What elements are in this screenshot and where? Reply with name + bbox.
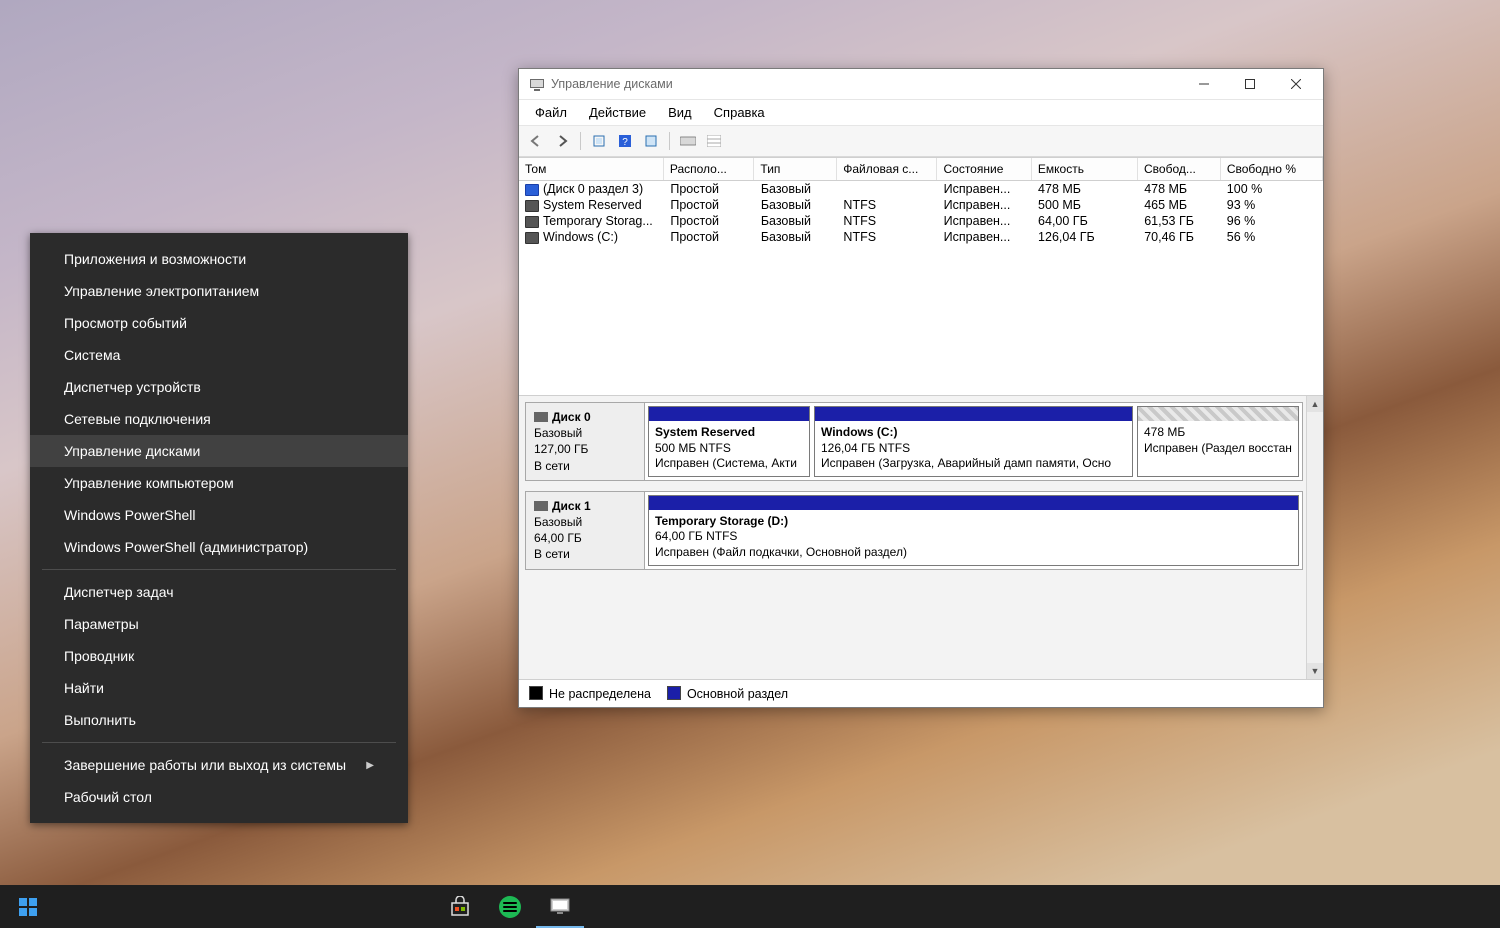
- disk-icon[interactable]: [677, 131, 699, 151]
- list-item[interactable]: Windows (C:) ПростойБазовый NTFSИсправен…: [519, 229, 1323, 245]
- chevron-right-icon: ▶: [366, 760, 374, 771]
- col-pct[interactable]: Свободно %: [1221, 158, 1323, 180]
- separator: [42, 742, 396, 743]
- menu-action[interactable]: Действие: [579, 102, 656, 123]
- taskbar-store-icon[interactable]: [436, 887, 484, 927]
- col-fs[interactable]: Файловая с...: [837, 158, 937, 180]
- partition-temporary-d[interactable]: Temporary Storage (D:) 64,00 ГБ NTFS Исп…: [648, 495, 1299, 566]
- list-item[interactable]: Temporary Storag... ПростойБазовый NTFSИ…: [519, 213, 1323, 229]
- list-item[interactable]: (Диск 0 раздел 3) ПростойБазовый Исправе…: [519, 181, 1323, 197]
- list-item[interactable]: System Reserved ПростойБазовый NTFSИспра…: [519, 197, 1323, 213]
- scroll-down-icon[interactable]: ▼: [1307, 663, 1323, 679]
- volume-icon: [525, 200, 539, 212]
- properties-icon[interactable]: [640, 131, 662, 151]
- partition-recovery[interactable]: 478 МБ Исправен (Раздел восстан: [1137, 406, 1299, 477]
- separator: [42, 569, 396, 570]
- menu-view[interactable]: Вид: [658, 102, 702, 123]
- scrollbar[interactable]: ▲ ▼: [1306, 396, 1323, 679]
- winx-item-search[interactable]: Найти: [30, 672, 408, 704]
- winx-item-netconn[interactable]: Сетевые подключения: [30, 403, 408, 435]
- disk0-label: Диск 0 Базовый 127,00 ГБ В сети: [526, 403, 645, 480]
- legend-primary-icon: [667, 686, 681, 700]
- winx-item-desktop[interactable]: Рабочий стол: [30, 781, 408, 813]
- winx-item-eventvwr[interactable]: Просмотр событий: [30, 307, 408, 339]
- col-volume[interactable]: Том: [519, 158, 664, 180]
- taskbar-spotify-icon[interactable]: [486, 887, 534, 927]
- svg-text:?: ?: [622, 137, 628, 148]
- winx-item-compmgmt[interactable]: Управление компьютером: [30, 467, 408, 499]
- list-body: (Диск 0 раздел 3) ПростойБазовый Исправе…: [519, 181, 1323, 245]
- volume-icon: [525, 216, 539, 228]
- maximize-button[interactable]: [1227, 69, 1273, 99]
- winx-item-power[interactable]: Управление электропитанием: [30, 275, 408, 307]
- col-free[interactable]: Свобод...: [1138, 158, 1221, 180]
- winx-item-powershell-admin[interactable]: Windows PowerShell (администратор): [30, 531, 408, 563]
- partition-windows-c[interactable]: Windows (C:) 126,04 ГБ NTFS Исправен (За…: [814, 406, 1133, 477]
- column-headers[interactable]: Том Располо... Тип Файловая с... Состоян…: [519, 157, 1323, 181]
- winx-item-run[interactable]: Выполнить: [30, 704, 408, 736]
- disk1-label: Диск 1 Базовый 64,00 ГБ В сети: [526, 492, 645, 569]
- back-icon[interactable]: [525, 131, 547, 151]
- winx-item-system[interactable]: Система: [30, 339, 408, 371]
- legend-unallocated-icon: [529, 686, 543, 700]
- menu-file[interactable]: Файл: [525, 102, 577, 123]
- disk-management-window[interactable]: Управление дисками Файл Действие Вид Спр…: [518, 68, 1324, 708]
- winx-item-powershell[interactable]: Windows PowerShell: [30, 499, 408, 531]
- taskbar-diskmgmt-icon[interactable]: [536, 886, 584, 928]
- diskmgmt-icon: [529, 76, 545, 92]
- winx-item-diskmgmt[interactable]: Управление дисками: [30, 435, 408, 467]
- close-button[interactable]: [1273, 69, 1319, 99]
- disk1-block[interactable]: Диск 1 Базовый 64,00 ГБ В сети Temporary…: [525, 491, 1303, 570]
- scroll-up-icon[interactable]: ▲: [1307, 396, 1323, 412]
- winx-item-explorer[interactable]: Проводник: [30, 640, 408, 672]
- col-cap[interactable]: Емкость: [1032, 158, 1138, 180]
- minimize-button[interactable]: [1181, 69, 1227, 99]
- col-type[interactable]: Тип: [754, 158, 837, 180]
- menu-help[interactable]: Справка: [704, 102, 775, 123]
- start-button[interactable]: [4, 887, 52, 927]
- winx-item-devmgr[interactable]: Диспетчер устройств: [30, 371, 408, 403]
- partition-system-reserved[interactable]: System Reserved 500 МБ NTFS Исправен (Си…: [648, 406, 810, 477]
- volume-list[interactable]: Том Располо... Тип Файловая с... Состоян…: [519, 157, 1323, 395]
- winx-item-shutdown[interactable]: Завершение работы или выход из системы ▶: [30, 749, 408, 781]
- harddisk-icon: [534, 412, 548, 422]
- help-icon[interactable]: ?: [614, 131, 636, 151]
- col-layout[interactable]: Располо...: [664, 158, 755, 180]
- harddisk-icon: [534, 501, 548, 511]
- legend-primary-label: Основной раздел: [687, 687, 788, 701]
- refresh-icon[interactable]: [588, 131, 610, 151]
- titlebar[interactable]: Управление дисками: [519, 69, 1323, 100]
- taskbar[interactable]: [0, 885, 1500, 928]
- list-icon[interactable]: [703, 131, 725, 151]
- toolbar: ?: [519, 126, 1323, 157]
- volume-icon: [525, 184, 539, 196]
- winx-item-settings[interactable]: Параметры: [30, 608, 408, 640]
- winx-menu[interactable]: Приложения и возможности Управление элек…: [30, 233, 408, 823]
- forward-icon[interactable]: [551, 131, 573, 151]
- col-state[interactable]: Состояние: [937, 158, 1031, 180]
- menubar[interactable]: Файл Действие Вид Справка: [519, 100, 1323, 126]
- legend-unallocated-label: Не распределена: [549, 687, 651, 701]
- volume-icon: [525, 232, 539, 244]
- disk0-block[interactable]: Диск 0 Базовый 127,00 ГБ В сети System R…: [525, 402, 1303, 481]
- disk-graphical-pane[interactable]: ▲ ▼ Диск 0 Базовый 127,00 ГБ В сети Syst…: [519, 395, 1323, 679]
- winx-item-apps[interactable]: Приложения и возможности: [30, 243, 408, 275]
- winx-item-taskmgr[interactable]: Диспетчер задач: [30, 576, 408, 608]
- window-title: Управление дисками: [551, 77, 1181, 91]
- legend: Не распределена Основной раздел: [519, 679, 1323, 707]
